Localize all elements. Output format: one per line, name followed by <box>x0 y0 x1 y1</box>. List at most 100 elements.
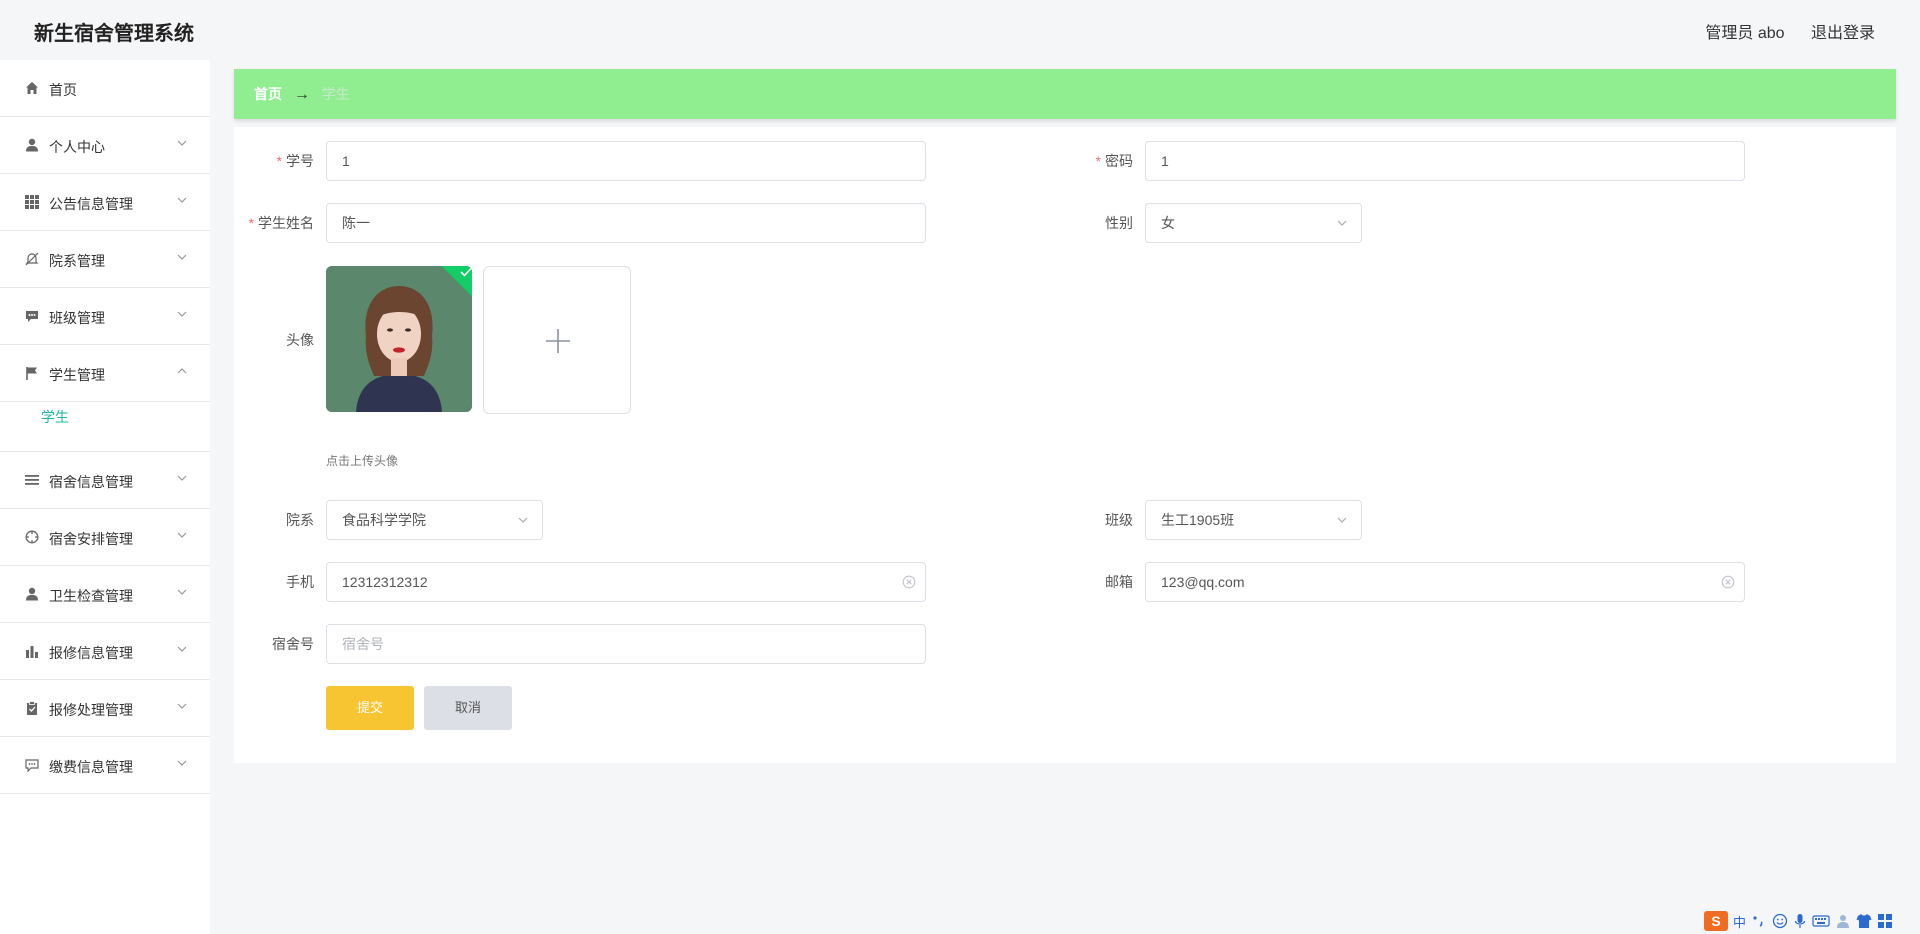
avatar-label: 头像 <box>286 332 314 348</box>
email-label: 邮箱 <box>1105 574 1133 590</box>
phone-input[interactable]: 12312312312 <box>326 562 926 602</box>
student-id-input[interactable]: 1 <box>326 141 926 181</box>
email-value: 123@qq.com <box>1161 574 1245 590</box>
ime-toolbar: S 中 <box>1704 908 1914 934</box>
ime-logo-icon[interactable]: S <box>1704 911 1728 931</box>
class-label: 班级 <box>1105 512 1133 528</box>
user-area: 管理员 abo 退出登录 <box>1683 19 1875 43</box>
chevron-down-icon <box>177 311 187 317</box>
message-icon <box>24 757 40 773</box>
chevron-down-icon <box>1337 220 1347 226</box>
chevron-down-icon <box>177 646 187 652</box>
breadcrumb-current: 学生 <box>321 86 350 102</box>
sidebar-item-label: 个人中心 <box>49 139 105 155</box>
bell-off-icon <box>24 251 40 267</box>
microphone-icon[interactable] <box>1793 913 1807 929</box>
breadcrumb: 首页 → 学生 <box>234 69 1896 119</box>
chevron-down-icon <box>1337 517 1347 523</box>
upload-avatar-button[interactable] <box>483 266 631 414</box>
sidebar-item-announcements[interactable]: 公告信息管理 <box>0 174 210 231</box>
keyboard-icon[interactable] <box>1812 914 1830 928</box>
chevron-down-icon <box>177 703 187 709</box>
sidebar-item-label: 公告信息管理 <box>49 196 133 212</box>
class-value: 生工1905班 <box>1161 512 1235 528</box>
sidebar-item-label: 首页 <box>49 82 77 98</box>
sidebar-item-departments[interactable]: 院系管理 <box>0 231 210 288</box>
gender-select[interactable]: 女 <box>1145 203 1362 243</box>
shirt-icon[interactable] <box>1856 913 1872 929</box>
sidebar-item-payments[interactable]: 缴费信息管理 <box>0 737 210 794</box>
chevron-down-icon <box>177 589 187 595</box>
dorm-label: 宿舍号 <box>272 636 314 652</box>
ime-mode[interactable]: 中 <box>1733 912 1746 931</box>
sidebar-item-repair-processing[interactable]: 报修处理管理 <box>0 680 210 737</box>
sidebar-item-dorm-info[interactable]: 宿舍信息管理 <box>0 452 210 509</box>
user-icon <box>24 137 40 153</box>
sidebar-item-label: 班级管理 <box>49 310 105 326</box>
sidebar-item-home[interactable]: 首页 <box>0 60 210 117</box>
sidebar-item-label: 院系管理 <box>49 253 105 269</box>
gender-label: 性别 <box>1105 215 1133 231</box>
breadcrumb-separator: → <box>293 86 310 103</box>
student-form: * 学号 1 * 密码 1 * 学生姓名 陈一 性别 女 头像 点击上传头像 院系 <box>234 127 1896 763</box>
check-icon <box>460 267 472 277</box>
chevron-down-icon <box>177 532 187 538</box>
department-value: 食品科学学院 <box>342 512 426 528</box>
class-select[interactable]: 生工1905班 <box>1145 500 1362 540</box>
department-select[interactable]: 食品科学学院 <box>326 500 543 540</box>
chevron-down-icon <box>177 254 187 260</box>
home-icon <box>24 80 40 96</box>
sidebar-item-repair-info[interactable]: 报修信息管理 <box>0 623 210 680</box>
skin-icon[interactable] <box>1835 913 1851 929</box>
chevron-down-icon <box>177 140 187 146</box>
sidebar-item-label: 报修处理管理 <box>49 702 133 718</box>
name-input[interactable]: 陈一 <box>326 203 926 243</box>
clear-icon[interactable] <box>902 575 916 589</box>
gender-value: 女 <box>1161 215 1175 231</box>
password-input[interactable]: 1 <box>1145 141 1745 181</box>
plus-icon <box>546 329 570 353</box>
sidebar-item-label: 学生管理 <box>49 367 105 383</box>
app-title: 新生宿舍管理系统 <box>34 23 194 45</box>
sidebar-item-personal-center[interactable]: 个人中心 <box>0 117 210 174</box>
clear-icon[interactable] <box>1721 575 1735 589</box>
upload-hint: 点击上传头像 <box>326 454 399 468</box>
submit-button[interactable]: 提交 <box>326 686 414 730</box>
dorm-input[interactable]: 宿舍号 <box>326 624 926 664</box>
email-input[interactable]: 123@qq.com <box>1145 562 1745 602</box>
admin-name: 管理员 abo <box>1705 25 1785 42</box>
sidebar-item-label: 宿舍信息管理 <box>49 474 133 490</box>
chevron-up-icon <box>177 368 187 374</box>
compass-icon <box>24 529 40 545</box>
punctuation-icon[interactable] <box>1751 913 1767 929</box>
sidebar: 首页 个人中心 公告信息管理 院系管理 班级管理 学生管理 学生 宿舍信息管理 … <box>0 60 210 934</box>
sidebar-item-hygiene-check[interactable]: 卫生检查管理 <box>0 566 210 623</box>
sidebar-item-dorm-arrangement[interactable]: 宿舍安排管理 <box>0 509 210 566</box>
bar-chart-icon <box>24 643 40 659</box>
avatar-image[interactable] <box>326 266 472 412</box>
sidebar-item-label: 缴费信息管理 <box>49 759 133 775</box>
breadcrumb-home[interactable]: 首页 <box>254 86 282 102</box>
top-bar: 新生宿舍管理系统 管理员 abo 退出登录 <box>0 0 1920 60</box>
cancel-button[interactable]: 取消 <box>424 686 512 730</box>
department-label: 院系 <box>286 512 314 528</box>
phone-value: 12312312312 <box>342 574 428 590</box>
emoji-icon[interactable] <box>1772 913 1788 929</box>
chevron-down-icon <box>177 197 187 203</box>
list-icon <box>24 472 40 488</box>
avatar-portrait <box>326 266 472 412</box>
user-icon <box>24 586 40 602</box>
dorm-placeholder: 宿舍号 <box>342 636 384 652</box>
grid-menu-icon[interactable] <box>1877 913 1893 929</box>
chevron-down-icon <box>177 475 187 481</box>
logout-link[interactable]: 退出登录 <box>1811 25 1875 42</box>
sidebar-subitem-student[interactable]: 学生 <box>0 402 210 452</box>
clipboard-icon <box>24 700 40 716</box>
grid-icon <box>24 194 40 210</box>
chevron-down-icon <box>518 517 528 523</box>
phone-label: 手机 <box>286 574 314 590</box>
student-id-label: * 学号 <box>276 153 314 169</box>
sidebar-item-classes[interactable]: 班级管理 <box>0 288 210 345</box>
sidebar-item-students[interactable]: 学生管理 <box>0 345 210 402</box>
password-label: * 密码 <box>1095 153 1133 169</box>
